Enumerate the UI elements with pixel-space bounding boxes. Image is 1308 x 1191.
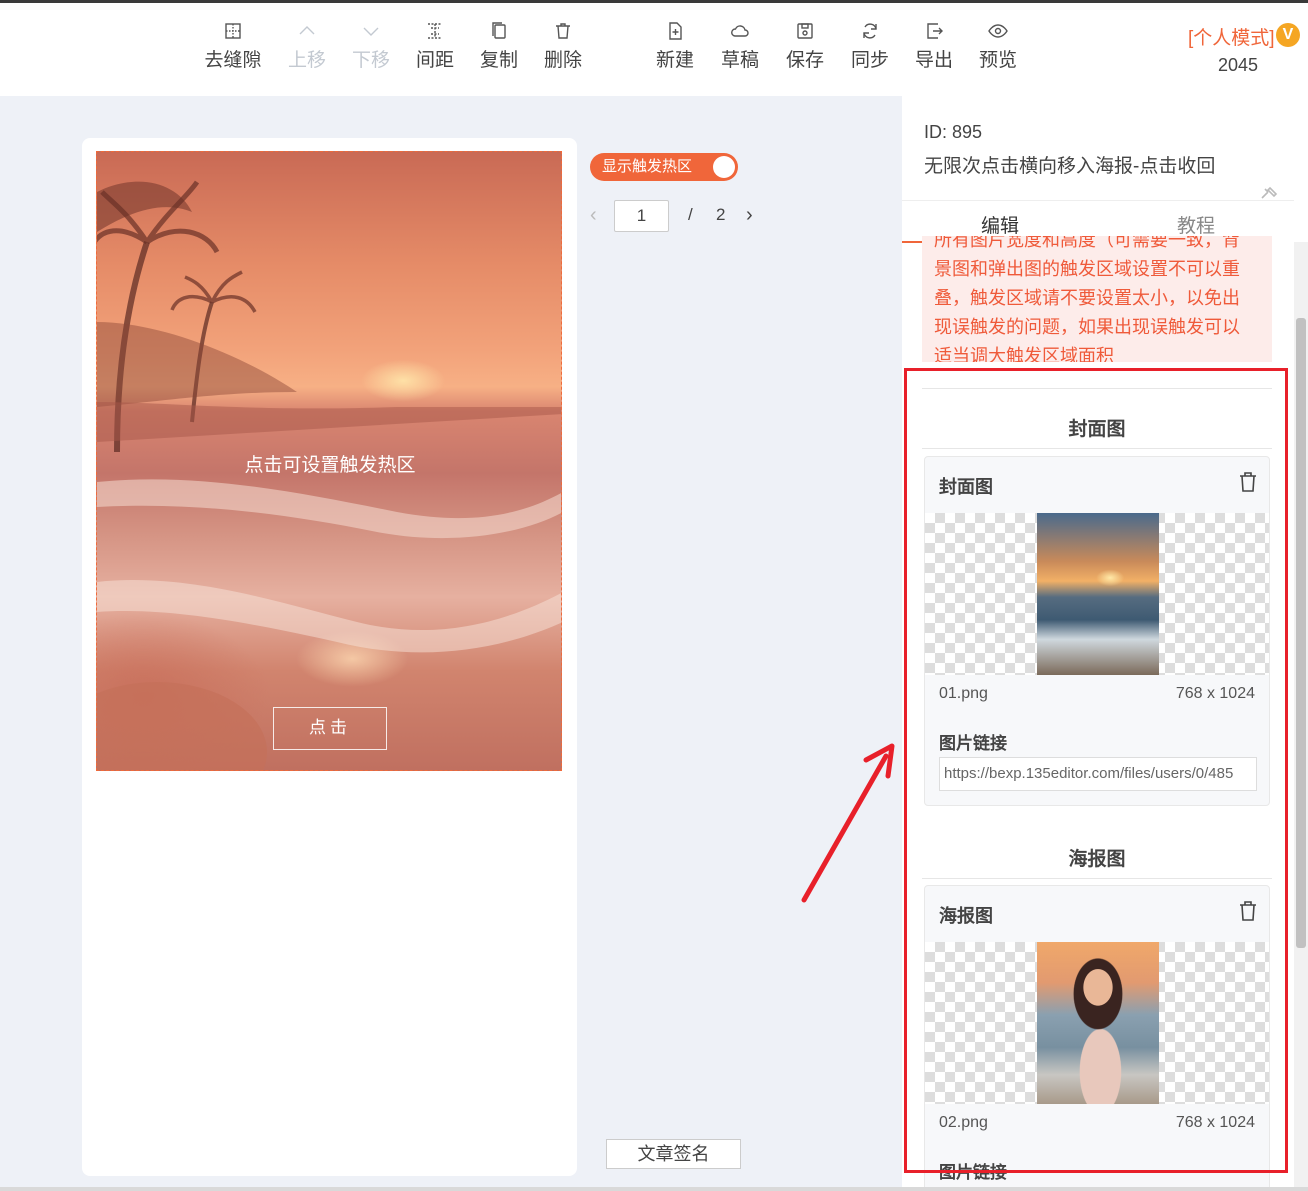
poster-image-preview[interactable]: [925, 942, 1269, 1104]
page-separator: /: [688, 205, 693, 224]
toggle-label: 显示触发热区: [602, 158, 693, 175]
copy-button[interactable]: 复制: [464, 21, 534, 72]
section-divider: [922, 878, 1272, 879]
poster-section-heading: 海报图: [1068, 849, 1126, 870]
poster-thumbnail: [1037, 942, 1159, 1104]
toggle-knob: [713, 156, 735, 178]
save-button[interactable]: 保存: [770, 21, 840, 72]
cover-file-name: 01.png: [939, 685, 988, 702]
sync-icon: [863, 23, 877, 39]
cover-image-preview[interactable]: [925, 513, 1269, 675]
trash-icon: [556, 23, 570, 39]
personal-mode-link[interactable]: [个人模式]: [1188, 23, 1275, 50]
section-divider: [922, 388, 1272, 389]
chevron-up-icon: [299, 26, 315, 35]
move-up-button[interactable]: 上移: [272, 21, 342, 72]
cover-card-title: 封面图: [939, 477, 993, 497]
annotation-arrow-icon: [801, 743, 895, 903]
grid-dots-icon: [225, 23, 241, 39]
section-divider: [922, 448, 1272, 449]
copy-icon: [492, 22, 506, 39]
chevron-down-icon: [363, 27, 379, 36]
sync-button[interactable]: 同步: [835, 21, 905, 72]
settings-panel: ID: 895 无限次点击横向移入海报-点击收回 编辑 教程 所有图片宽度和高度…: [902, 96, 1308, 1191]
preview-label: 预览: [978, 50, 1017, 71]
notice-line: 所有图片宽度和高度（可需要一致，背: [934, 236, 1240, 250]
remove-gap-button[interactable]: 去缝隙: [198, 21, 268, 72]
new-file-icon: [669, 22, 682, 40]
cloud-icon: [731, 25, 749, 37]
cover-file-size: 768 x 1024: [1175, 685, 1255, 702]
mode-number: 2045: [1217, 55, 1259, 75]
notice-box: 所有图片宽度和高度（可需要一致，背 景图和弹出图的触发区域设置不可以重 叠，触发…: [922, 236, 1272, 362]
poster-card-title: 海报图: [939, 906, 993, 926]
poster-file-name: 02.png: [939, 1114, 988, 1131]
scrollbar-thumb[interactable]: [1296, 318, 1306, 948]
spacing-icon: [428, 23, 442, 39]
preview-button[interactable]: 预览: [963, 21, 1033, 72]
poster-link-label: 图片链接: [939, 1163, 1007, 1182]
tab-edit[interactable]: 编辑: [902, 211, 1098, 238]
copy-label: 复制: [479, 50, 518, 71]
new-label: 新建: [655, 50, 694, 71]
move-down-label: 下移: [351, 50, 390, 71]
export-label: 导出: [914, 50, 953, 71]
new-button[interactable]: 新建: [640, 21, 710, 72]
notice-line: 现误触发的问题，如果出现误触发可以: [934, 317, 1240, 337]
export-icon: [927, 23, 943, 39]
article-signature-button[interactable]: 文章签名: [606, 1139, 741, 1169]
hotzone-hint-text: 点击可设置触发热区: [244, 455, 416, 476]
poster-file-size: 768 x 1024: [1175, 1114, 1255, 1131]
notice-line: 景图和弹出图的触发区域设置不可以重: [934, 259, 1240, 279]
template-id: ID: 895: [924, 122, 983, 142]
tab-tutorial[interactable]: 教程: [1098, 211, 1294, 238]
move-down-button[interactable]: 下移: [336, 21, 406, 72]
window-bottom-border: [0, 1187, 1308, 1191]
save-label: 保存: [785, 50, 824, 71]
spacing-label: 间距: [415, 50, 454, 71]
eye-icon: [988, 24, 1008, 38]
remove-gap-label: 去缝隙: [204, 50, 262, 71]
delete-poster-icon[interactable]: [1239, 900, 1257, 922]
vip-badge-icon: V: [1276, 23, 1300, 47]
poster-image[interactable]: 点击可设置触发热区 点击: [96, 151, 562, 771]
chevron-right-icon[interactable]: ›: [746, 204, 753, 227]
cover-thumbnail: [1037, 513, 1159, 675]
template-name: 无限次点击横向移入海报-点击收回: [924, 156, 1216, 177]
panel-scrollbar[interactable]: [1294, 242, 1308, 1191]
export-button[interactable]: 导出: [899, 21, 969, 72]
top-toolbar: 去缝隙 上移 下移 间距 复制 删除 新建 草稿 保存 同步 导出 预览 [个人…: [0, 3, 1308, 96]
cover-link-input[interactable]: https://bexp.135editor.com/files/users/0…: [939, 757, 1257, 791]
delete-button[interactable]: 删除: [528, 21, 598, 72]
sync-label: 同步: [850, 50, 889, 71]
delete-cover-icon[interactable]: [1239, 471, 1257, 493]
poster-image-card: 海报图 02.png 768 x 1024 图片链接: [924, 885, 1270, 1191]
draft-button[interactable]: 草稿: [705, 21, 775, 72]
save-icon: [797, 23, 813, 39]
click-hotzone-button[interactable]: 点击: [273, 707, 387, 750]
draft-label: 草稿: [720, 50, 759, 71]
cover-link-label: 图片链接: [939, 734, 1007, 753]
spacing-button[interactable]: 间距: [400, 21, 470, 72]
notice-line: 适当调大触发区域面积: [934, 346, 1114, 362]
cover-section-heading: 封面图: [1068, 419, 1126, 440]
tools-icon[interactable]: [1260, 186, 1278, 200]
move-up-label: 上移: [287, 50, 326, 71]
delete-label: 删除: [543, 50, 582, 71]
chevron-left-icon[interactable]: ‹: [590, 204, 597, 227]
show-hotzone-toggle[interactable]: 显示触发热区: [590, 153, 738, 181]
page-number-input[interactable]: 1: [614, 200, 669, 232]
notice-line: 叠，触发区域请不要设置太小，以免出: [934, 288, 1240, 308]
page-total: 2: [716, 205, 726, 224]
cover-image-card: 封面图 01.png 768 x 1024 图片链接 https://bexp.…: [924, 456, 1270, 806]
